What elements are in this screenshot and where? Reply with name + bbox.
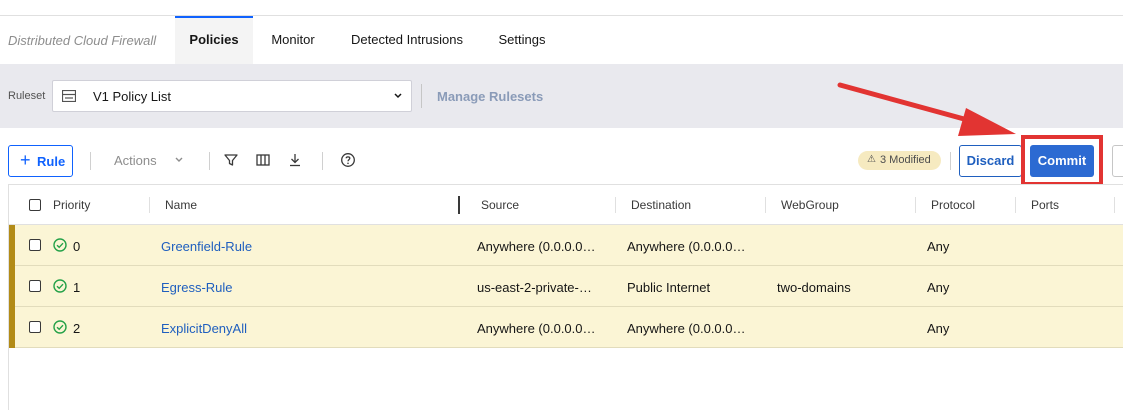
column-divider[interactable] bbox=[765, 197, 766, 213]
select-all-checkbox[interactable] bbox=[29, 199, 41, 211]
table-header: Priority Name Source Destination WebGrou… bbox=[9, 185, 1123, 225]
plus-icon: + bbox=[20, 150, 31, 170]
modified-badge: ⚠ 3 Modified bbox=[858, 151, 941, 170]
row-checkbox[interactable] bbox=[29, 239, 41, 251]
header-name[interactable]: Name bbox=[165, 198, 197, 212]
header-destination[interactable]: Destination bbox=[631, 198, 691, 212]
row-protocol: Any bbox=[927, 280, 950, 295]
row-protocol: Any bbox=[927, 321, 950, 336]
discard-button[interactable]: Discard bbox=[959, 145, 1022, 177]
add-rule-label: Rule bbox=[37, 154, 66, 169]
table-row[interactable]: 1 Egress-Rule us-east-2-private-… Public… bbox=[9, 266, 1123, 307]
column-divider[interactable] bbox=[149, 197, 150, 213]
toolbar-separator bbox=[322, 152, 323, 170]
more-options-button[interactable] bbox=[1112, 145, 1123, 177]
ruleset-bar: Ruleset V1 Policy List Manage Rulesets bbox=[0, 64, 1123, 128]
divider bbox=[421, 84, 422, 108]
commit-button[interactable]: Commit bbox=[1030, 145, 1094, 177]
tab-policies[interactable]: Policies bbox=[175, 16, 253, 64]
tab-monitor[interactable]: Monitor bbox=[261, 16, 325, 64]
check-circle-icon bbox=[53, 320, 67, 334]
header-protocol[interactable]: Protocol bbox=[931, 198, 975, 212]
modified-indicator bbox=[9, 266, 15, 307]
header-priority[interactable]: Priority bbox=[53, 198, 90, 212]
row-destination: Anywhere (0.0.0.0… bbox=[627, 321, 746, 336]
row-priority: 1 bbox=[73, 280, 81, 295]
row-name-link[interactable]: Greenfield-Rule bbox=[161, 239, 252, 254]
toolbar-separator bbox=[209, 152, 210, 170]
warning-icon: ⚠ bbox=[867, 154, 876, 165]
ruleset-label: Ruleset bbox=[8, 90, 46, 102]
chevron-down-icon bbox=[394, 93, 402, 99]
row-name-link[interactable]: Egress-Rule bbox=[161, 280, 233, 295]
tab-detected-intrusions[interactable]: Detected Intrusions bbox=[340, 16, 474, 64]
row-priority: 2 bbox=[73, 321, 81, 336]
columns-icon[interactable] bbox=[255, 152, 271, 168]
toolbar: + Rule Actions ⚠ 3 Modified Discard bbox=[0, 128, 1123, 184]
row-source: us-east-2-private-… bbox=[477, 280, 592, 295]
table-row[interactable]: 2 ExplicitDenyAll Anywhere (0.0.0.0… Any… bbox=[9, 307, 1123, 348]
modified-indicator bbox=[9, 307, 15, 348]
row-name-link[interactable]: ExplicitDenyAll bbox=[161, 321, 247, 336]
toolbar-separator bbox=[950, 152, 951, 170]
tab-bar: Distributed Cloud Firewall Policies Moni… bbox=[0, 16, 1123, 64]
manage-rulesets-link[interactable]: Manage Rulesets bbox=[437, 89, 543, 104]
modified-indicator bbox=[9, 225, 15, 266]
column-divider[interactable] bbox=[615, 197, 616, 213]
filter-icon[interactable] bbox=[223, 152, 239, 168]
header-source[interactable]: Source bbox=[481, 198, 519, 212]
column-resize-handle[interactable] bbox=[458, 196, 460, 214]
row-source: Anywhere (0.0.0.0… bbox=[477, 239, 596, 254]
check-circle-icon bbox=[53, 238, 67, 252]
row-priority: 0 bbox=[73, 239, 81, 254]
ruleset-selected-value: V1 Policy List bbox=[93, 89, 172, 104]
add-rule-button[interactable]: + Rule bbox=[8, 145, 73, 177]
help-icon[interactable] bbox=[340, 152, 356, 168]
toolbar-separator bbox=[90, 152, 91, 170]
actions-menu[interactable]: Actions bbox=[114, 153, 157, 168]
modified-count: 3 Modified bbox=[880, 154, 931, 166]
download-icon[interactable] bbox=[287, 152, 303, 168]
header-webgroup[interactable]: WebGroup bbox=[781, 198, 839, 212]
row-checkbox[interactable] bbox=[29, 321, 41, 333]
row-destination: Public Internet bbox=[627, 280, 711, 295]
tab-settings[interactable]: Settings bbox=[490, 16, 554, 64]
row-webgroup: two-domains bbox=[777, 280, 851, 295]
header-ports[interactable]: Ports bbox=[1031, 198, 1059, 212]
list-icon bbox=[62, 90, 76, 102]
row-checkbox[interactable] bbox=[29, 280, 41, 292]
app-title: Distributed Cloud Firewall bbox=[8, 33, 157, 48]
check-circle-icon bbox=[53, 279, 67, 293]
row-source: Anywhere (0.0.0.0… bbox=[477, 321, 596, 336]
row-destination: Anywhere (0.0.0.0… bbox=[627, 239, 746, 254]
column-divider[interactable] bbox=[1015, 197, 1016, 213]
column-divider[interactable] bbox=[1114, 197, 1115, 213]
table-row[interactable]: 0 Greenfield-Rule Anywhere (0.0.0.0… Any… bbox=[9, 225, 1123, 266]
column-divider[interactable] bbox=[915, 197, 916, 213]
rules-table: Priority Name Source Destination WebGrou… bbox=[8, 184, 1123, 410]
ruleset-select[interactable]: V1 Policy List bbox=[52, 80, 412, 112]
row-protocol: Any bbox=[927, 239, 950, 254]
chevron-down-icon[interactable] bbox=[174, 155, 184, 165]
